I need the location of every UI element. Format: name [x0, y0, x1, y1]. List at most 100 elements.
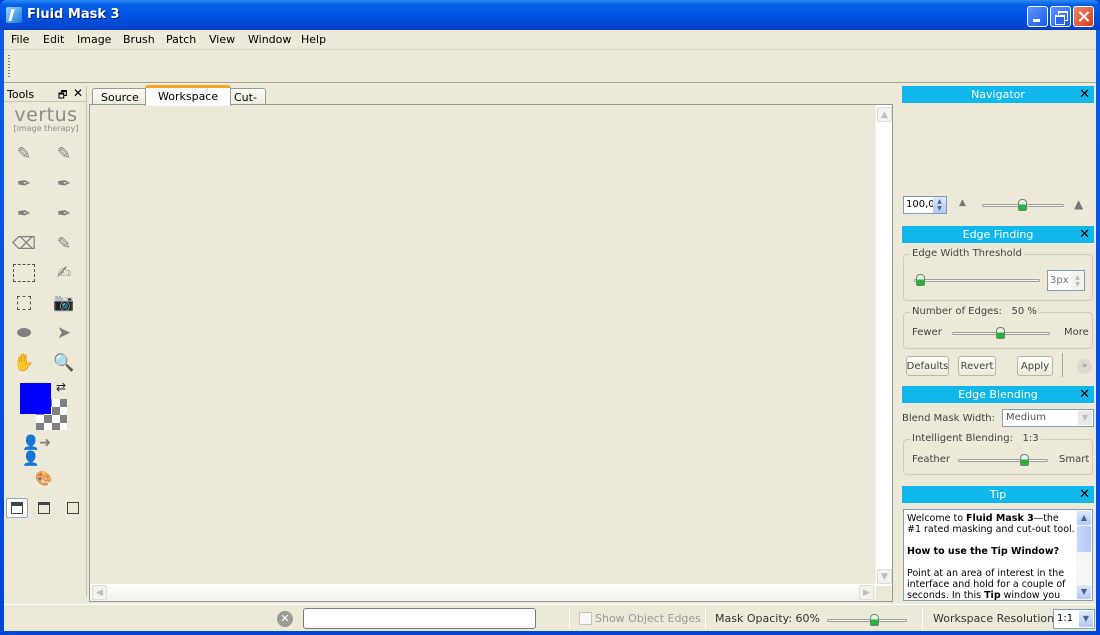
num-edges-slider[interactable] [952, 327, 1050, 339]
eraser-icon[interactable]: ⌫ [11, 232, 37, 256]
float-panel-icon[interactable]: 🗗 [58, 88, 67, 105]
foreground-color-swatch[interactable] [20, 383, 51, 414]
defaults-button[interactable]: Defaults [906, 356, 949, 376]
menu-view[interactable]: View [209, 33, 235, 46]
zoom-icon[interactable]: 🔍 [51, 351, 77, 375]
swap-colors-icon[interactable]: ⇄ [56, 380, 66, 394]
logo-main: vertus [14, 104, 78, 126]
workspace-resolution-select[interactable]: 1:1 ▼ [1053, 609, 1095, 629]
scroll-right-icon[interactable]: ▶ [859, 585, 874, 600]
logo-sub: [image therapy] [13, 124, 79, 133]
menu-brush[interactable]: Brush [123, 33, 155, 46]
pointer-icon[interactable]: ➤ [51, 321, 77, 345]
single-view-icon [67, 502, 79, 514]
button-separator [1062, 353, 1063, 377]
tip-panel: Tip ✕ Welcome to Fluid Mask 3—the #1 rat… [902, 486, 1094, 604]
title-bar[interactable]: Fluid Mask 3 [0, 0, 1100, 30]
menu-help[interactable]: Help [301, 33, 326, 46]
menu-edit[interactable]: Edit [43, 33, 64, 46]
toolbar-grip[interactable] [8, 55, 10, 77]
apply-button[interactable]: Apply [1017, 356, 1053, 376]
zoom-value-input[interactable]: 100,00 ▲ ▼ [903, 196, 947, 214]
tip-scroll-thumb[interactable] [1077, 526, 1091, 552]
edge-width-spinner[interactable]: ▲ ▼ [1071, 271, 1084, 290]
num-edges-group: Number of Edges: 50 % Fewer More [903, 306, 1093, 349]
zoom-in-icon[interactable]: ▲ [1074, 197, 1083, 211]
feather-brush-icon[interactable]: ✒ [11, 172, 37, 196]
scroll-up-icon[interactable]: ▲ [877, 107, 892, 122]
tip-scrollbar[interactable]: ▲ ▼ [1076, 510, 1092, 600]
tip-scroll-down-icon[interactable]: ▼ [1077, 585, 1091, 599]
num-edges-label: Number of Edges: 50 % [910, 306, 1039, 317]
patch-icon[interactable]: ⬬ [11, 321, 37, 345]
vertical-scrollbar[interactable]: ▲ ▼ [875, 105, 892, 586]
single-view-top-icon [38, 502, 50, 514]
status-input[interactable] [303, 608, 536, 629]
tip-scroll-up-icon[interactable]: ▲ [1077, 511, 1091, 525]
scroll-left-icon[interactable]: ◀ [92, 585, 107, 600]
edge-width-slider[interactable] [914, 274, 1040, 286]
edge-blending-close-icon[interactable]: ✕ [1079, 386, 1090, 403]
edge-width-input[interactable]: 3px ▲ ▼ [1047, 270, 1085, 291]
intelligent-blending-thumb[interactable] [1020, 454, 1029, 466]
tip-close-icon[interactable]: ✕ [1079, 486, 1090, 503]
edge-finding-close-icon[interactable]: ✕ [1079, 226, 1090, 243]
spiral-brush-alt-icon[interactable]: ✒ [51, 202, 77, 226]
menu-file[interactable]: File [11, 33, 29, 46]
minimize-button[interactable] [1027, 6, 1048, 27]
workspace-canvas[interactable]: ▲ ▼ ◀ ▶ [89, 104, 893, 602]
blend-width-select[interactable]: Medium ▼ [1002, 409, 1094, 427]
scroll-down-icon[interactable]: ▼ [877, 569, 892, 584]
tip-title: Tip [989, 488, 1007, 501]
num-edges-thumb[interactable] [996, 327, 1005, 339]
close-panel-icon[interactable]: ✕ [73, 86, 83, 100]
menu-window[interactable]: Window [248, 33, 291, 46]
tip-content: Welcome to Fluid Mask 3—the #1 rated mas… [903, 509, 1093, 601]
mask-opacity-thumb[interactable] [869, 614, 879, 626]
expand-icon[interactable]: » [1077, 359, 1092, 374]
pen-tool-icon[interactable]: ✍ [51, 261, 77, 285]
edge-width-thumb[interactable] [916, 274, 926, 286]
single-view-button[interactable] [62, 498, 84, 518]
cancel-icon[interactable]: ✕ [277, 611, 293, 627]
pencil-brush-icon[interactable]: ✎ [11, 142, 37, 166]
revert-button[interactable]: Revert [958, 356, 996, 376]
close-button[interactable] [1073, 6, 1094, 27]
mask-opacity-slider[interactable] [827, 614, 907, 626]
local-mask-icon[interactable] [11, 291, 37, 315]
zoom-slider[interactable] [982, 199, 1064, 211]
status-bar: ✕ Show Object Edges Mask Opacity: 60% Wo… [4, 604, 1096, 631]
show-object-edges-checkbox[interactable] [579, 612, 592, 625]
split-view-button[interactable] [6, 498, 28, 518]
tab-workspace[interactable]: Workspace [145, 85, 232, 106]
vertus-logo: vertus [image therapy] [12, 106, 80, 134]
menu-image[interactable]: Image [77, 33, 111, 46]
intelligent-blending-slider[interactable] [958, 454, 1048, 466]
spiral-brush-icon[interactable]: ✒ [11, 202, 37, 226]
intelligent-value: 1:3 [1022, 433, 1039, 444]
navigator-close-icon[interactable]: ✕ [1079, 86, 1090, 103]
edge-width-value: 3px [1050, 275, 1069, 286]
restore-button[interactable] [1050, 6, 1071, 27]
pencil-brush-alt-icon[interactable]: ✎ [51, 142, 77, 166]
zoom-spinner[interactable]: ▲ ▼ [933, 197, 946, 213]
feather-brush-alt-icon[interactable]: ✒ [51, 172, 77, 196]
transfer-image-icon[interactable]: 👤➜👤 [22, 435, 68, 467]
edge-width-group: Edge Width Threshold 3px ▲ ▼ [903, 248, 1093, 301]
camera-icon[interactable]: 📷 [51, 291, 77, 315]
marquee-select-icon[interactable] [11, 261, 37, 285]
pencil-eraser-icon[interactable]: ✎ [51, 232, 77, 256]
zoom-out-icon[interactable]: ▲ [959, 198, 966, 208]
edge-blending-panel: Edge Blending ✕ Blend Mask Width: Medium… [902, 386, 1094, 481]
hand-icon[interactable]: ✋ [11, 351, 37, 375]
chevron-down-icon[interactable]: ▼ [1078, 411, 1092, 425]
num-edges-value: 50 % [1011, 306, 1037, 317]
single-view-top-button[interactable] [33, 498, 55, 518]
horizontal-scrollbar[interactable]: ◀ ▶ [90, 584, 876, 601]
toolbar [4, 50, 1096, 83]
palette-icon[interactable]: 🎨 [31, 467, 57, 491]
zoom-slider-thumb[interactable] [1018, 199, 1027, 211]
menu-patch[interactable]: Patch [166, 33, 196, 46]
navigator-panel: Navigator ✕ 100,00 ▲ ▼ ▲ ▲ [902, 86, 1094, 216]
chevron-down-icon[interactable]: ▼ [1079, 611, 1093, 627]
